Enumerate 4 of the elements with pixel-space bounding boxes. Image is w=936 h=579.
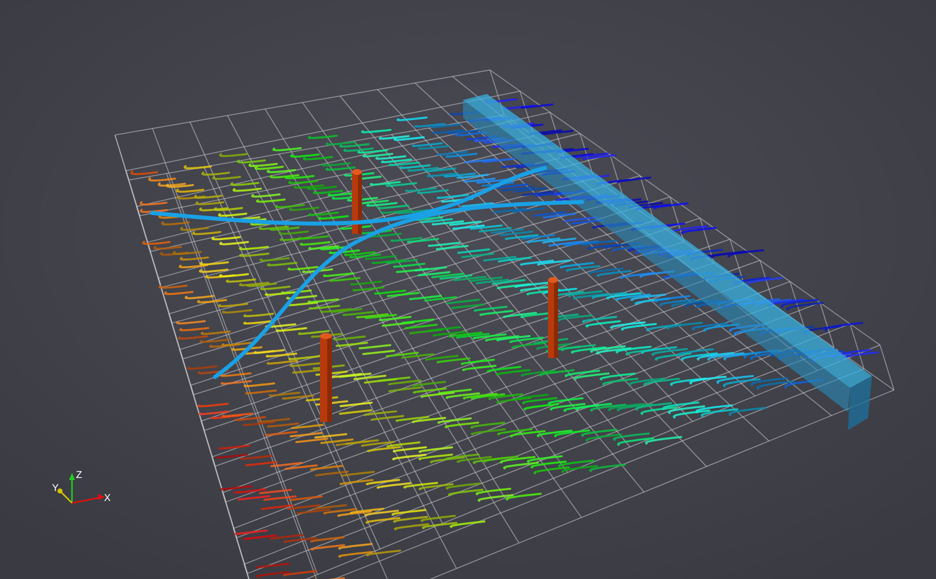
axis-label: Y <box>52 483 59 494</box>
well-column <box>352 169 362 234</box>
axis-label: Z <box>76 470 82 481</box>
axis-label: X <box>104 493 111 504</box>
